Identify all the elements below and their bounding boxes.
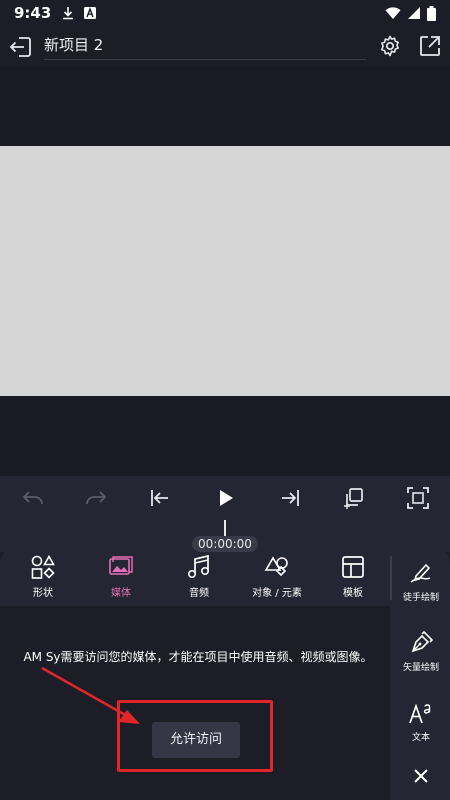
fit-screen-icon[interactable] (405, 485, 431, 511)
vector-draw-tool[interactable]: 矢量绘制 (392, 630, 450, 688)
side-tool-label: 矢量绘制 (402, 663, 439, 673)
side-tool-label: 徒手绘制 (402, 593, 439, 603)
category-shape[interactable]: 形状 (8, 554, 78, 602)
gear-icon[interactable] (378, 34, 402, 58)
status-bar: 9:43 (0, 0, 450, 26)
category-objects[interactable]: 对象 / 元素 (242, 554, 312, 602)
category-audio[interactable]: 音频 (164, 554, 234, 602)
category-label: 形状 (33, 588, 53, 599)
wifi-icon (385, 7, 401, 19)
stage-top-margin (0, 66, 450, 146)
app-bar: 新项目 2 (0, 26, 450, 66)
template-icon (342, 556, 364, 578)
freehand-draw-tool[interactable]: 徒手绘制 (392, 560, 450, 618)
permission-message: AM Sy需要访问您的媒体，才能在项目中使用音频、视频或图像。 (23, 650, 373, 664)
redo-icon[interactable] (83, 485, 109, 511)
skip-to-end-icon[interactable] (277, 485, 303, 511)
undo-icon[interactable] (20, 485, 46, 511)
side-tools: 徒手绘制 矢量绘制 文本 (392, 548, 450, 800)
annotation-highlight-box (117, 700, 273, 772)
skip-to-start-icon[interactable] (147, 485, 173, 511)
media-gallery-icon (109, 556, 133, 575)
status-time: 9:43 (14, 4, 52, 22)
text-aa-icon (409, 703, 431, 724)
project-canvas[interactable] (0, 146, 450, 396)
project-title-field[interactable]: 新项目 2 (44, 34, 366, 60)
stage-bottom-margin (0, 396, 450, 476)
shapes-icon (31, 554, 55, 579)
exit-project-icon[interactable] (8, 34, 34, 60)
export-icon[interactable] (418, 34, 442, 58)
category-template[interactable]: 模板 (318, 554, 388, 602)
freehand-pen-icon (410, 563, 431, 583)
download-icon (63, 7, 74, 20)
battery-icon (427, 5, 436, 21)
category-label: 对象 / 元素 (252, 588, 302, 599)
category-media[interactable]: 媒体 (86, 554, 156, 602)
vector-pen-icon (411, 630, 434, 653)
text-tool[interactable]: 文本 (392, 700, 450, 758)
category-bar: 形状 媒体 音频 对象 / 元素 模板 (0, 548, 390, 606)
duplicate-icon[interactable] (341, 485, 367, 511)
objects-icon (264, 556, 288, 577)
category-label: 模板 (343, 588, 363, 599)
close-icon[interactable] (413, 768, 429, 784)
app-notification-icon (84, 7, 97, 19)
play-icon[interactable] (212, 485, 238, 511)
category-label: 媒体 (111, 588, 131, 599)
category-label: 音频 (189, 588, 209, 599)
transport-bar (0, 476, 450, 520)
side-tool-label: 文本 (411, 733, 430, 743)
music-note-icon (187, 554, 210, 578)
signal-icon (408, 7, 420, 19)
